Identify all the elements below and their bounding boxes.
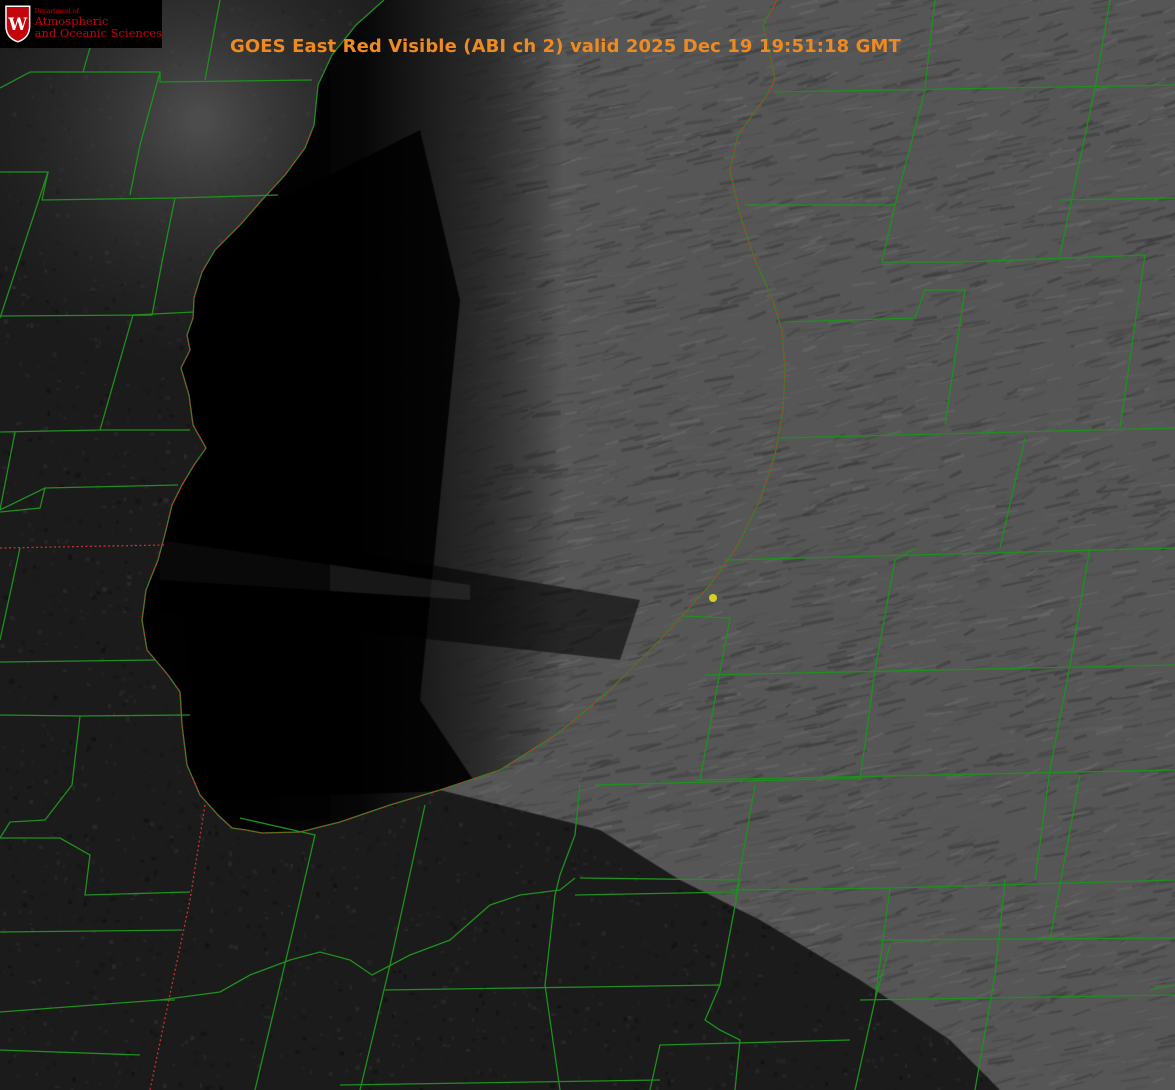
logo-line2: and Oceanic Sciences bbox=[34, 26, 162, 41]
uw-crest-icon: W bbox=[5, 5, 31, 43]
county-boundaries bbox=[0, 0, 1175, 1090]
state-boundary bbox=[0, 0, 786, 1090]
logo-text: Department of Atmospheric and Oceanic Sc… bbox=[34, 8, 162, 41]
image-title: GOES East Red Visible (ABI ch 2) valid 2… bbox=[230, 36, 901, 57]
station-marker bbox=[709, 594, 717, 602]
map-overlay bbox=[0, 0, 1175, 1090]
lake-shoreline bbox=[141, 0, 786, 834]
svg-text:W: W bbox=[7, 14, 28, 34]
aos-logo[interactable]: W Department of Atmospheric and Oceanic … bbox=[0, 0, 162, 48]
